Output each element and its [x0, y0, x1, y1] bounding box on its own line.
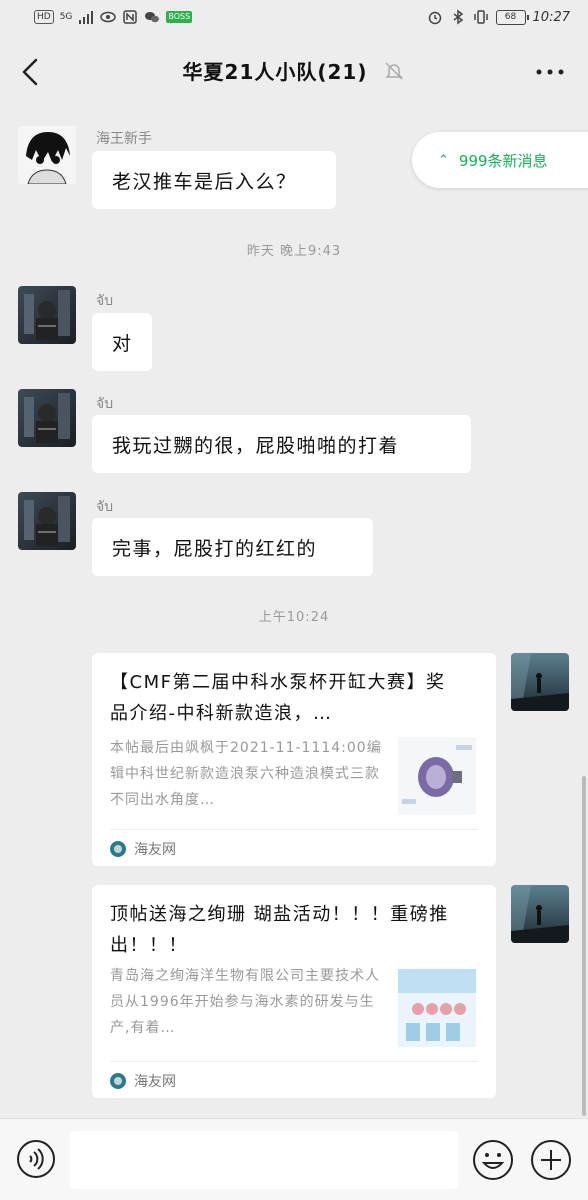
timestamp: 上午10:24 — [258, 610, 330, 625]
message-bubble[interactable]: 老汉推车是后入么？ — [92, 151, 336, 209]
status-bar: HD 5G BOSS 68 10:27 — [0, 0, 588, 36]
nfc-icon — [123, 10, 138, 24]
new-messages-button[interactable]: ⌃ 999条新消息 — [412, 132, 588, 188]
avatar-image — [18, 286, 76, 344]
message-bubble[interactable]: 完事，屁股打的红红的 — [92, 518, 373, 576]
avatar-image — [18, 389, 76, 447]
bluetooth-icon — [453, 9, 463, 25]
vibrate-icon — [473, 10, 488, 24]
chat-header: 华夏21人小队(21) — [0, 36, 588, 108]
wechat-icon — [145, 12, 160, 23]
eye-icon — [100, 11, 117, 23]
mute-bell-icon — [385, 61, 404, 80]
chat-title: 华夏21人小队(21) — [182, 60, 368, 84]
avatar-image — [511, 885, 569, 943]
hd-indicator: HD — [34, 10, 54, 24]
voice-icon[interactable] — [16, 1139, 56, 1179]
link-card[interactable]: 【CMF第二届中科水泵杯开缸大赛】奖品介绍-中科新款造浪，… 本帖最后由飒枫于2… — [92, 653, 496, 866]
card-source-label: 海友网 — [134, 1074, 176, 1090]
my-avatar[interactable] — [511, 653, 569, 711]
avatar-image — [511, 653, 569, 711]
sender-name: จับ — [96, 499, 114, 515]
more-icon[interactable] — [534, 62, 566, 82]
avatar[interactable] — [18, 126, 76, 184]
battery-indicator: 68 — [495, 9, 529, 25]
boss-app-badge: BOSS — [166, 11, 193, 23]
sender-name: 海王新手 — [96, 131, 152, 147]
chat-title-area: 华夏21人小队(21) — [0, 56, 588, 85]
card-thumbnail — [398, 969, 476, 1047]
card-thumbnail — [398, 737, 476, 815]
status-time: 10:27 — [532, 9, 570, 25]
card-divider — [110, 1061, 478, 1062]
timestamp: 昨天 晚上9:43 — [246, 244, 342, 259]
message-bubble[interactable]: 对 — [92, 313, 152, 371]
message-bubble[interactable]: 我玩过嬲的很，屁股啪啪的打着 — [92, 415, 471, 473]
sender-name: จับ — [96, 293, 114, 309]
input-bar — [0, 1118, 588, 1200]
scrollbar[interactable] — [582, 776, 586, 1116]
card-description: 本帖最后由飒枫于2021-11-1114:00编辑中科世纪新款造浪泵六种造浪模式… — [110, 740, 382, 808]
link-card[interactable]: 顶帖送海之绚珊 瑚盐活动！！！重磅推出！！！ 青岛海之绚海洋生物有限公司主要技术… — [92, 885, 496, 1098]
card-source: 海友网 — [110, 1071, 176, 1091]
card-description: 青岛海之绚海洋生物有限公司主要技术人员从1996年开始参与海水素的研发与生产,有… — [110, 968, 380, 1036]
plus-icon[interactable] — [530, 1139, 572, 1181]
new-messages-label: 999条新消息 — [458, 151, 548, 170]
card-source-label: 海友网 — [134, 842, 176, 858]
card-title: 【CMF第二届中科水泵杯开缸大赛】奖品介绍-中科新款造浪，… — [110, 672, 446, 724]
avatar[interactable] — [18, 286, 76, 344]
avatar-image — [18, 492, 76, 550]
message-input[interactable] — [70, 1131, 458, 1189]
avatar-image — [18, 126, 76, 184]
card-title: 顶帖送海之绚珊 瑚盐活动！！！重磅推出！！！ — [110, 904, 449, 956]
signal-icon — [79, 11, 94, 24]
sender-name: จับ — [96, 396, 114, 412]
source-logo-icon — [110, 841, 126, 857]
my-avatar[interactable] — [511, 885, 569, 943]
source-logo-icon — [110, 1073, 126, 1089]
network-label: 5G — [59, 12, 73, 22]
alarm-icon — [428, 11, 441, 25]
double-up-arrow-icon: ⌃ — [438, 152, 449, 168]
avatar[interactable] — [18, 389, 76, 447]
avatar[interactable] — [18, 492, 76, 550]
emoji-icon[interactable] — [472, 1139, 514, 1181]
card-source: 海友网 — [110, 839, 176, 859]
card-divider — [110, 829, 478, 830]
